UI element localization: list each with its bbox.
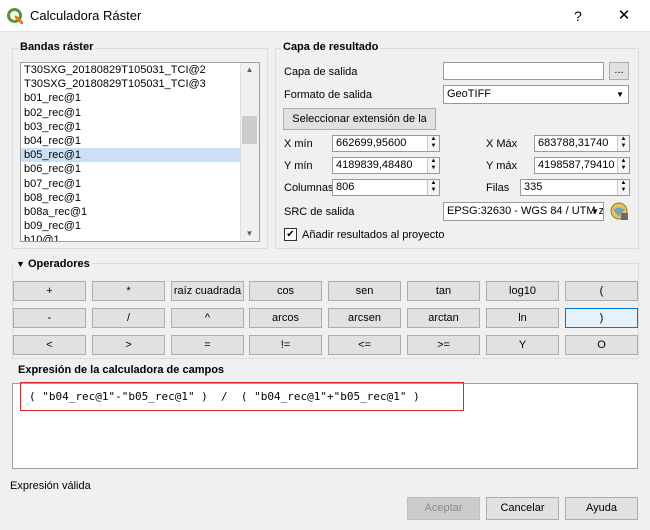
crs-select[interactable]: EPSG:32630 - WGS 84 / UTM z ▼ [443, 202, 604, 221]
chevron-down-icon: ▼ [616, 90, 624, 99]
band-list-item[interactable]: b10@1 [21, 233, 259, 241]
crs-label: SRC de salida [284, 206, 355, 218]
add-to-project-label: Añadir resultados al proyecto [302, 229, 445, 241]
ymax-label: Y máx [486, 160, 517, 172]
band-list-item[interactable]: T30SXG_20180829T105031_TCI@3 [21, 77, 259, 91]
bands-list-items: T30SXG_20180829T105031_TCI@2 T30SXG_20180… [21, 63, 259, 241]
operator-button[interactable]: != [249, 335, 322, 355]
operator-button[interactable]: ^ [171, 308, 244, 328]
spin-arrows-icon[interactable]: ▲ ▼ [427, 180, 439, 195]
accept-button[interactable]: Aceptar [407, 497, 480, 520]
ymin-label: Y mín [284, 160, 313, 172]
band-list-item[interactable]: b01_rec@1 [21, 91, 259, 105]
scroll-up-icon[interactable]: ▲ [240, 63, 259, 77]
operator-button[interactable]: cos [249, 281, 322, 301]
xmin-spinbox[interactable]: 662699,95600 ▲ ▼ [332, 135, 440, 152]
band-list-item[interactable]: b09_rec@1 [21, 219, 259, 233]
operator-button[interactable]: < [13, 335, 86, 355]
operator-button[interactable]: ) [565, 308, 638, 328]
spin-arrows-icon[interactable]: ▲ ▼ [617, 158, 629, 173]
operators-header[interactable]: ▼ Operadores [14, 258, 92, 270]
operator-button[interactable]: - [13, 308, 86, 328]
ymin-spinbox[interactable]: 4189839,48480 ▲ ▼ [332, 157, 440, 174]
operator-button[interactable]: + [13, 281, 86, 301]
spin-arrows-icon[interactable]: ▲ ▼ [617, 136, 629, 151]
scroll-down-icon[interactable]: ▼ [240, 227, 259, 241]
operator-button[interactable]: > [92, 335, 165, 355]
xmax-label: X Máx [486, 138, 518, 150]
expression-highlight-box [20, 382, 464, 411]
operators-title: Operadores [27, 258, 90, 270]
rows-label: Filas [486, 182, 510, 194]
output-layer-label: Capa de salida [284, 66, 358, 78]
operator-button[interactable]: raíz cuadrada [171, 281, 244, 301]
operator-button[interactable]: sen [328, 281, 401, 301]
expression-status: Expresión válida [10, 480, 91, 492]
band-list-item[interactable]: b08_rec@1 [21, 191, 259, 205]
operator-button[interactable]: log10 [486, 281, 559, 301]
operator-button[interactable]: / [92, 308, 165, 328]
columns-label: Columnas [284, 182, 334, 194]
band-list-item[interactable]: b02_rec@1 [21, 106, 259, 120]
output-layer-input[interactable] [443, 62, 604, 80]
operator-button[interactable]: <= [328, 335, 401, 355]
columns-spinbox[interactable]: 806 ▲ ▼ [332, 179, 440, 196]
qgis-logo-icon [7, 8, 24, 25]
operator-button[interactable]: >= [407, 335, 480, 355]
band-list-item[interactable]: b05_rec@1 [21, 148, 259, 163]
band-list-item[interactable]: b06_rec@1 [21, 162, 259, 176]
crs-selector-icon[interactable] [609, 201, 630, 222]
rows-value: 335 [524, 181, 543, 193]
xmax-spinbox[interactable]: 683788,31740 ▲ ▼ [534, 135, 630, 152]
ymin-value: 4189839,48480 [336, 159, 413, 171]
bands-list[interactable]: T30SXG_20180829T105031_TCI@2 T30SXG_20180… [20, 62, 260, 242]
band-list-item[interactable]: b07_rec@1 [21, 177, 259, 191]
spin-arrows-icon[interactable]: ▲ ▼ [617, 180, 629, 195]
browse-button[interactable]: ... [609, 62, 629, 80]
ymax-value: 4198587,79410 [538, 159, 615, 171]
select-extent-button[interactable]: Seleccionar extensión de la capa [283, 108, 436, 145]
columns-value: 806 [336, 181, 355, 193]
rows-spinbox[interactable]: 335 ▲ ▼ [520, 179, 630, 196]
help-footer-button[interactable]: Ayuda [565, 497, 638, 520]
band-list-item[interactable]: b03_rec@1 [21, 120, 259, 134]
operator-button[interactable]: arcsen [328, 308, 401, 328]
band-list-item[interactable]: T30SXG_20180829T105031_TCI@2 [21, 63, 259, 77]
ymax-spinbox[interactable]: 4198587,79410 ▲ ▼ [534, 157, 630, 174]
scroll-thumb[interactable] [242, 116, 257, 144]
operator-button[interactable]: O [565, 335, 638, 355]
band-list-item[interactable]: b04_rec@1 [21, 134, 259, 148]
operator-button[interactable]: arctan [407, 308, 480, 328]
operator-button[interactable]: ln [486, 308, 559, 328]
window-title: Calculadora Ráster [30, 8, 142, 23]
close-button[interactable]: ✕ [610, 4, 638, 28]
chevron-down-icon: ▼ [591, 207, 599, 216]
operator-button[interactable]: tan [407, 281, 480, 301]
operator-button[interactable]: = [171, 335, 244, 355]
spin-arrows-icon[interactable]: ▲ ▼ [427, 136, 439, 151]
format-label: Formato de salida [284, 89, 373, 101]
crs-value: EPSG:32630 - WGS 84 / UTM z [447, 205, 604, 217]
operator-button[interactable]: Y [486, 335, 559, 355]
spin-arrows-icon[interactable]: ▲ ▼ [427, 158, 439, 173]
add-to-project-checkbox[interactable]: ✔ [284, 228, 297, 241]
band-list-item[interactable]: b08a_rec@1 [21, 205, 259, 219]
xmin-label: X mín [284, 138, 313, 150]
bands-group-title: Bandas ráster [18, 41, 96, 53]
operator-button[interactable]: arcos [249, 308, 322, 328]
cancel-button[interactable]: Cancelar [486, 497, 559, 520]
xmin-value: 662699,95600 [336, 137, 407, 149]
collapse-triangle-icon: ▼ [16, 259, 25, 269]
help-button[interactable]: ? [566, 4, 590, 28]
operator-button[interactable]: ( [565, 281, 638, 301]
bands-scrollbar[interactable] [240, 63, 259, 241]
xmax-value: 683788,31740 [538, 137, 609, 149]
result-group-title: Capa de resultado [281, 41, 381, 53]
operator-button[interactable]: * [92, 281, 165, 301]
expression-title: Expresión de la calculadora de campos [18, 364, 225, 376]
format-value: GeoTIFF [447, 88, 492, 100]
format-select[interactable]: GeoTIFF ▼ [443, 85, 629, 104]
